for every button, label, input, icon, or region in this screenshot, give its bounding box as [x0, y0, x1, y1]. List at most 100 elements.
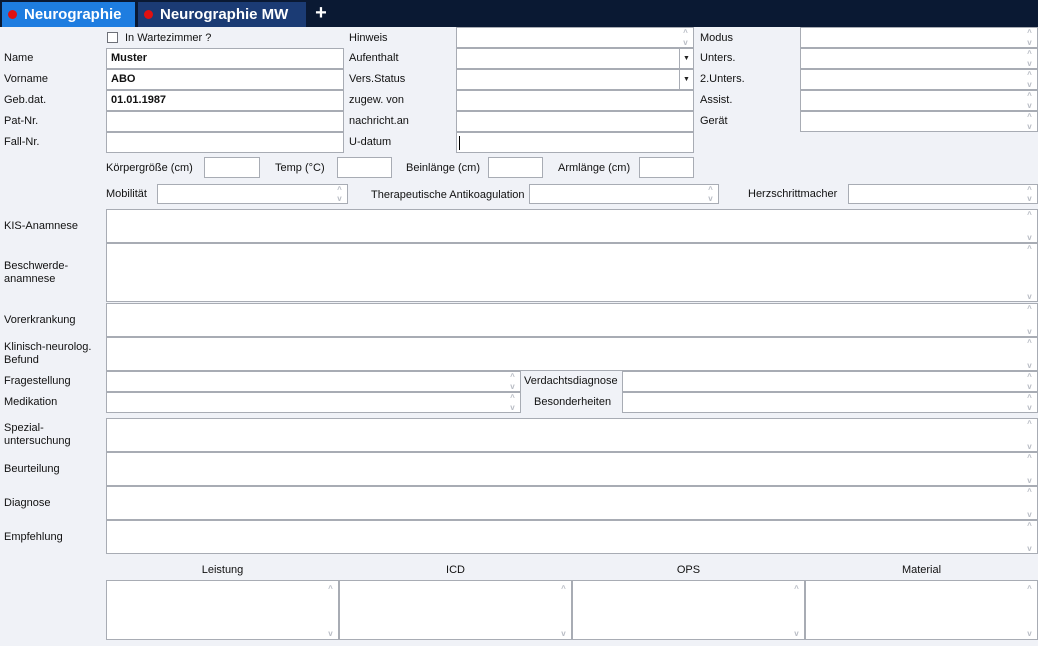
vorerkrankung-textarea[interactable]: ^ v	[106, 303, 1038, 337]
beschwerde-label: Beschwerde- anamnese	[4, 260, 69, 285]
udatum-field[interactable]	[456, 132, 694, 153]
material-header: Material	[901, 564, 942, 576]
icd-header: ICD	[446, 564, 465, 576]
hinweis-label: Hinweis	[349, 32, 388, 44]
dropdown-arrow-icon[interactable]: ▼	[679, 70, 693, 89]
temp-field[interactable]	[337, 157, 392, 178]
name-field[interactable]: Muster	[106, 48, 344, 69]
fragestellung-field[interactable]: ^ v	[106, 371, 521, 392]
leistung-list[interactable]: ^ v	[106, 580, 339, 640]
spin-icon[interactable]: ^ v	[507, 393, 518, 412]
spin-icon[interactable]: ^ v	[1024, 419, 1035, 451]
spin-icon[interactable]: ^ v	[334, 185, 345, 203]
verdachtsdiagnose-field[interactable]: ^ v	[622, 371, 1038, 392]
spin-icon[interactable]: ^ v	[1024, 304, 1035, 336]
beurteilung-textarea[interactable]: ^ v	[106, 452, 1038, 486]
record-dot-icon	[144, 10, 153, 19]
kis-anamnese-label: KIS-Anamnese	[4, 220, 78, 232]
tab-neurographie-mw[interactable]: Neurographie MW	[138, 2, 306, 27]
tab-neurographie[interactable]: Neurographie	[2, 2, 135, 27]
empfehlung-textarea[interactable]: ^ v	[106, 520, 1038, 554]
temp-label: Temp (°C)	[275, 162, 325, 174]
spin-icon[interactable]: ^ v	[1024, 91, 1035, 110]
modus-label: Modus	[700, 32, 734, 44]
spin-icon[interactable]: ^ v	[1024, 112, 1035, 131]
beinlaenge-label: Beinlänge (cm)	[406, 162, 480, 174]
armlaenge-field[interactable]	[639, 157, 694, 178]
spin-icon[interactable]: ^ v	[1024, 70, 1035, 89]
besonderheiten-field[interactable]: ^ v	[622, 392, 1038, 413]
scrollbar[interactable]: ^ v	[1024, 584, 1035, 638]
klinisch-textarea[interactable]: ^ v	[106, 337, 1038, 371]
vorerkrankung-label: Vorerkrankung	[4, 314, 76, 326]
antikoagulation-field[interactable]: ^ v	[529, 184, 719, 204]
scrollbar[interactable]: ^ v	[325, 584, 336, 638]
nachricht-field[interactable]	[456, 111, 694, 132]
udatum-label: U-datum	[349, 136, 392, 148]
herzschrittmacher-label: Herzschrittmacher	[748, 188, 838, 200]
aufenthalt-select[interactable]: ▼	[456, 48, 694, 69]
beurteilung-label: Beurteilung	[4, 463, 60, 475]
spin-icon[interactable]: ^ v	[1024, 338, 1035, 370]
spin-icon[interactable]: ^ v	[1024, 487, 1035, 519]
ops-list[interactable]: ^ v	[572, 580, 805, 640]
spezial-textarea[interactable]: ^ v	[106, 418, 1038, 452]
assist-field[interactable]: ^ v	[800, 90, 1038, 111]
tab-label: Neurographie	[24, 6, 122, 23]
dropdown-arrow-icon[interactable]: ▼	[679, 49, 693, 68]
mobilitaet-field[interactable]: ^ v	[157, 184, 348, 204]
spin-icon[interactable]: ^ v	[1024, 185, 1035, 203]
spin-icon[interactable]: ^ v	[1024, 372, 1035, 391]
gebdat-field[interactable]: 01.01.1987	[106, 90, 344, 111]
scrollbar[interactable]: ^ v	[558, 584, 569, 638]
spin-icon[interactable]: ^ v	[1024, 521, 1035, 553]
spin-icon[interactable]: ^ v	[507, 372, 518, 391]
scrollbar[interactable]: ^ v	[791, 584, 802, 638]
unters-label: Unters.	[700, 52, 736, 64]
leistung-header: Leistung	[201, 564, 244, 576]
fallnr-field[interactable]	[106, 132, 344, 153]
spin-icon[interactable]: ^ v	[680, 28, 691, 47]
spin-icon[interactable]: ^ v	[1024, 210, 1035, 242]
geraet-field[interactable]: ^ v	[800, 111, 1038, 132]
herzschrittmacher-field[interactable]: ^ v	[848, 184, 1038, 204]
spin-icon[interactable]: ^ v	[705, 185, 716, 203]
waiting-room-label: In Wartezimmer ?	[125, 32, 212, 44]
aufenthalt-label: Aufenthalt	[349, 52, 399, 64]
zugew-label: zugew. von	[349, 94, 405, 106]
medikation-label: Medikation	[4, 396, 58, 408]
patnr-label: Pat-Nr.	[4, 115, 39, 127]
spin-icon[interactable]: ^ v	[1024, 49, 1035, 68]
hinweis-field[interactable]: ^ v	[456, 27, 694, 48]
spin-icon[interactable]: ^ v	[1024, 28, 1035, 47]
name-label: Name	[4, 52, 34, 64]
kis-anamnese-textarea[interactable]: ^ v	[106, 209, 1038, 243]
material-list[interactable]: ^ v	[805, 580, 1038, 640]
tab-label: Neurographie MW	[160, 6, 289, 23]
fragestellung-label: Fragestellung	[4, 375, 71, 387]
diagnose-textarea[interactable]: ^ v	[106, 486, 1038, 520]
koerpergroesse-field[interactable]	[204, 157, 260, 178]
text-caret	[459, 136, 460, 150]
beschwerde-textarea[interactable]: ^ v	[106, 243, 1038, 302]
unters-field[interactable]: ^ v	[800, 48, 1038, 69]
spin-icon[interactable]: ^ v	[1024, 244, 1035, 301]
versstatus-select[interactable]: ▼	[456, 69, 694, 90]
waiting-room-checkbox[interactable]	[107, 32, 118, 43]
patnr-field[interactable]	[106, 111, 344, 132]
spin-icon[interactable]: ^ v	[1024, 453, 1035, 485]
vorname-field[interactable]: ABO	[106, 69, 344, 90]
versstatus-label: Vers.Status	[349, 73, 406, 85]
vorname-label: Vorname	[4, 73, 49, 85]
medikation-field[interactable]: ^ v	[106, 392, 521, 413]
unters2-field[interactable]: ^ v	[800, 69, 1038, 90]
zugew-field[interactable]	[456, 90, 694, 111]
diagnose-label: Diagnose	[4, 497, 51, 509]
spin-icon[interactable]: ^ v	[1024, 393, 1035, 412]
icd-list[interactable]: ^ v	[339, 580, 572, 640]
beinlaenge-field[interactable]	[488, 157, 543, 178]
record-dot-icon	[8, 10, 17, 19]
koerpergroesse-label: Körpergröße (cm)	[106, 162, 193, 174]
modus-field[interactable]: ^ v	[800, 27, 1038, 48]
add-tab-button plus-icon[interactable]: +	[312, 1, 330, 25]
